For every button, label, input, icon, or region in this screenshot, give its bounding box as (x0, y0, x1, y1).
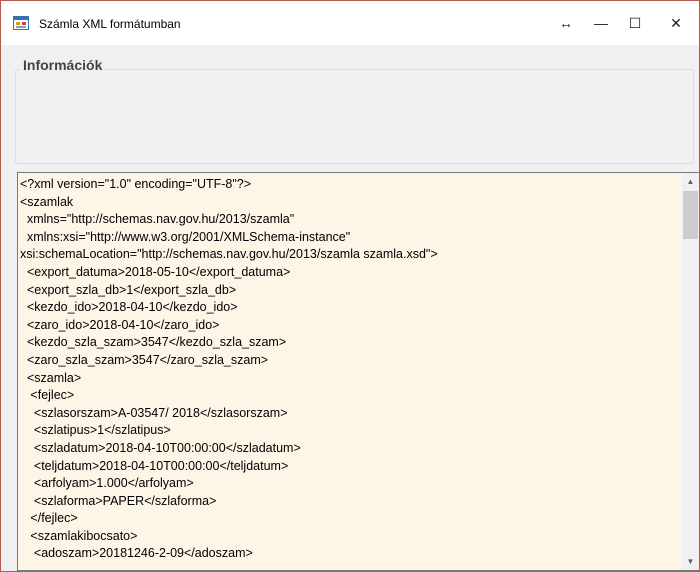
xml-line: <kezdo_szla_szam>3547</kezdo_szla_szam> (20, 335, 287, 350)
xml-content: <?xml version="1.0" encoding="UTF-8"?> <s… (20, 176, 679, 563)
close-button[interactable]: ✕ (653, 1, 699, 45)
xml-line: xmlns:xsi="http://www.w3.org/2001/XMLSch… (20, 229, 351, 244)
title-bar[interactable]: Számla XML formátumban ↔ — ☐ ✕ (1, 1, 699, 45)
xml-line: xsi:schemaLocation="http://schemas.nav.g… (20, 247, 438, 262)
xml-line: <zaro_szla_szam>3547</zaro_szla_szam> (20, 352, 269, 367)
xml-line: <arfolyam>1.000</arfolyam> (20, 476, 194, 491)
xml-textarea[interactable]: <?xml version="1.0" encoding="UTF-8"?> <s… (17, 172, 699, 571)
xml-line: <export_szla_db>1</export_szla_db> (20, 282, 237, 297)
maximize-button[interactable]: ☐ (612, 1, 658, 45)
xml-line: <szlaforma>PAPER</szlaforma> (20, 493, 217, 508)
xml-line: <kezdo_ido>2018-04-10</kezdo_ido> (20, 300, 238, 315)
scrollbar-thumb[interactable] (683, 191, 698, 239)
xml-line: <szamla> (20, 370, 82, 385)
xml-line: <teljdatum>2018-04-10T00:00:00</teljdatu… (20, 458, 289, 473)
xml-line: xmlns="http://schemas.nav.gov.hu/2013/sz… (20, 212, 295, 227)
xml-line: <?xml version="1.0" encoding="UTF-8"?> (20, 177, 252, 191)
scroll-down-icon[interactable]: ▼ (682, 553, 699, 570)
scroll-up-icon[interactable]: ▲ (682, 173, 699, 190)
info-group-title: Információk (20, 57, 106, 73)
xml-line: <export_datuma>2018-05-10</export_datuma… (20, 264, 291, 279)
xml-line: <szlatipus>1</szlatipus> (20, 423, 171, 438)
xml-line: </fejlec> (20, 511, 78, 526)
vertical-scrollbar[interactable]: ▲ ▼ (682, 173, 699, 570)
xml-line: <szamlak (20, 194, 74, 209)
xml-line: <fejlec> (20, 388, 75, 403)
xml-line: <adoszam>20181246-2-09</adoszam> (20, 546, 253, 561)
xml-line: <szlasorszam>A-03547/ 2018</szlasorszam> (20, 405, 288, 420)
app-form-icon (13, 16, 29, 30)
window-title: Számla XML formátumban (39, 17, 181, 31)
xml-line: <zaro_ido>2018-04-10</zaro_ido> (20, 317, 220, 332)
xml-line: <szamlakibocsato> (20, 528, 138, 543)
info-groupbox (15, 69, 694, 164)
xml-line: <szladatum>2018-04-10T00:00:00</szladatu… (20, 440, 301, 455)
xml-invoice-window: Számla XML formátumban ↔ — ☐ ✕ Informáci… (0, 0, 700, 572)
